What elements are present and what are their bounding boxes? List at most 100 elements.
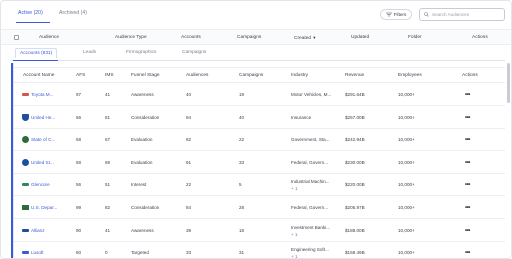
tab-accounts[interactable]: Accounts (831) <box>15 48 58 58</box>
filter-icon <box>385 12 392 17</box>
tab-campaigns[interactable]: Campaigns <box>182 50 206 55</box>
row-actions-menu-icon[interactable]: ••• <box>465 115 470 121</box>
table-row[interactable]: Allianz 90 41 Awareness 39 18 Investment… <box>14 220 505 242</box>
col-actions: Actions <box>472 35 488 40</box>
ims-value: 0 <box>105 250 108 256</box>
industry-value: Federal, Govern... <box>291 205 329 210</box>
row-actions-menu-icon[interactable]: ••• <box>465 137 470 143</box>
scrollbar-thumb[interactable] <box>507 63 510 103</box>
col-created-label: Created <box>294 36 312 41</box>
row-actions-menu-icon[interactable]: ••• <box>465 160 470 166</box>
tab-archived[interactable]: Archived (4) <box>59 10 87 16</box>
campaigns-value: 31 <box>239 250 245 256</box>
account-name-link[interactable]: Lusoft <box>31 250 44 255</box>
filters-button[interactable]: Filters <box>380 9 412 20</box>
top-bar: Active (20) Archived (4) Filters <box>1 1 511 27</box>
detail-tab-indicator <box>13 60 58 62</box>
search-input[interactable] <box>432 12 502 17</box>
col-acct-actions: Actions <box>462 72 478 78</box>
table-row[interactable]: United He... 56 81 Consideration 94 40 I… <box>14 107 505 129</box>
table-row[interactable]: Toyota M... 97 41 Awareness 40 19 Motor … <box>14 84 505 106</box>
row-actions-menu-icon[interactable]: ••• <box>465 250 470 256</box>
row-actions-menu-icon[interactable]: ••• <box>465 228 470 234</box>
employees-value: 10,000+ <box>398 159 415 165</box>
company-logo-icon <box>22 136 29 144</box>
row-actions-menu-icon[interactable]: ••• <box>465 182 470 188</box>
accounts-table: Account Name AFS IMS Funnel Stage Audien… <box>13 63 505 258</box>
campaigns-value: 18 <box>239 227 245 233</box>
industry-value: Investment Banki... <box>291 224 331 230</box>
audiences-panel: Active (20) Archived (4) Filters Audienc… <box>0 0 512 259</box>
scrollbar[interactable] <box>506 63 510 258</box>
tab-firmographics[interactable]: Firmographics <box>126 50 156 55</box>
audience-table-header: Audience Audience Type Accounts Campaign… <box>1 29 511 45</box>
active-tab-indicator <box>16 22 50 24</box>
col-audiences[interactable]: Audiences <box>186 73 208 78</box>
company-logo-icon <box>22 93 29 96</box>
revenue-value: $205.97B <box>345 205 365 210</box>
afs-value: 56 <box>76 182 82 188</box>
table-row[interactable]: United St... 58 69 Evaluation 91 33 Fede… <box>14 152 505 174</box>
revenue-value: $230.00B <box>345 159 365 165</box>
account-name-link[interactable]: Toyota M... <box>31 92 53 97</box>
col-campaigns[interactable]: Campaigns <box>237 35 261 40</box>
col-revenue[interactable]: Revenue <box>345 73 364 78</box>
col-funnel-stage[interactable]: Funnel Stage <box>131 73 160 78</box>
col-accounts[interactable]: Accounts <box>181 35 201 40</box>
afs-value: 99 <box>76 205 82 210</box>
table-row[interactable]: Lusoft 60 0 Targeted 33 31 Engineering S… <box>14 242 505 258</box>
afs-value: 56 <box>76 114 82 120</box>
tab-leads[interactable]: Leads <box>83 50 96 55</box>
revenue-value: $242.94B <box>345 137 365 143</box>
industry-value: Government, Sta... <box>291 137 330 143</box>
employees-value: 10,000+ <box>398 205 415 210</box>
table-row[interactable]: U.S. Depar... 99 82 Consideration 84 28 … <box>14 197 505 219</box>
employees-value: 10,000+ <box>398 182 415 188</box>
campaigns-value: 19 <box>239 92 245 97</box>
account-name-link[interactable]: United St... <box>31 160 54 165</box>
col-ims[interactable]: IMS <box>105 73 114 78</box>
revenue-value: $257.00B <box>345 114 365 120</box>
search-field[interactable] <box>419 8 505 21</box>
table-row[interactable]: State of C... 58 67 Evaluation 82 22 Gov… <box>14 129 505 152</box>
col-updated[interactable]: Updated <box>351 35 369 40</box>
account-name-link[interactable]: U.S. Depar... <box>31 205 57 210</box>
industry-value: Insurance <box>291 114 312 120</box>
industry-more[interactable]: + 1 <box>291 186 298 191</box>
ims-value: 51 <box>105 182 111 188</box>
company-logo-icon <box>22 183 29 187</box>
audiences-value: 84 <box>186 205 192 210</box>
ims-value: 67 <box>105 137 111 143</box>
ims-value: 41 <box>105 227 111 233</box>
col-created[interactable]: Created ▼ <box>294 35 316 41</box>
col-afs[interactable]: AFS <box>76 73 85 78</box>
account-name-link[interactable]: Glencore <box>31 182 50 187</box>
table-row[interactable]: Glencore 56 51 Interest 22 5 Industrial … <box>14 174 505 197</box>
industry-more[interactable]: + 1 <box>291 254 298 258</box>
audiences-value: 40 <box>186 92 192 97</box>
audiences-value: 33 <box>186 250 192 256</box>
company-logo-icon <box>22 251 29 255</box>
tab-active[interactable]: Active (20) <box>18 10 43 16</box>
col-audience[interactable]: Audience <box>39 35 59 40</box>
col-industry[interactable]: Industry <box>291 73 308 78</box>
industry-value: Industrial Machin... <box>291 179 330 185</box>
col-acct-campaigns[interactable]: Campaigns <box>239 73 263 78</box>
account-name-link[interactable]: State of C... <box>31 137 55 142</box>
account-name-link[interactable]: Allianz <box>31 228 45 233</box>
funnel-stage-value: Awareness <box>131 227 154 233</box>
industry-more[interactable]: + 1 <box>291 232 298 237</box>
employees-value: 10,000+ <box>398 92 415 97</box>
select-all-checkbox[interactable] <box>14 35 19 40</box>
employees-value: 10,000+ <box>398 227 415 233</box>
account-name-link[interactable]: United He... <box>31 115 55 120</box>
afs-value: 60 <box>76 250 82 256</box>
company-logo-icon <box>22 228 29 232</box>
col-account-name[interactable]: Account Name <box>23 73 54 78</box>
row-actions-menu-icon[interactable]: ••• <box>465 205 470 211</box>
col-folder[interactable]: Folder <box>408 35 422 40</box>
col-employees[interactable]: Employees <box>398 73 422 78</box>
audiences-value: 39 <box>186 227 192 233</box>
row-actions-menu-icon[interactable]: ••• <box>465 92 470 98</box>
col-audience-type[interactable]: Audience Type <box>115 35 147 40</box>
